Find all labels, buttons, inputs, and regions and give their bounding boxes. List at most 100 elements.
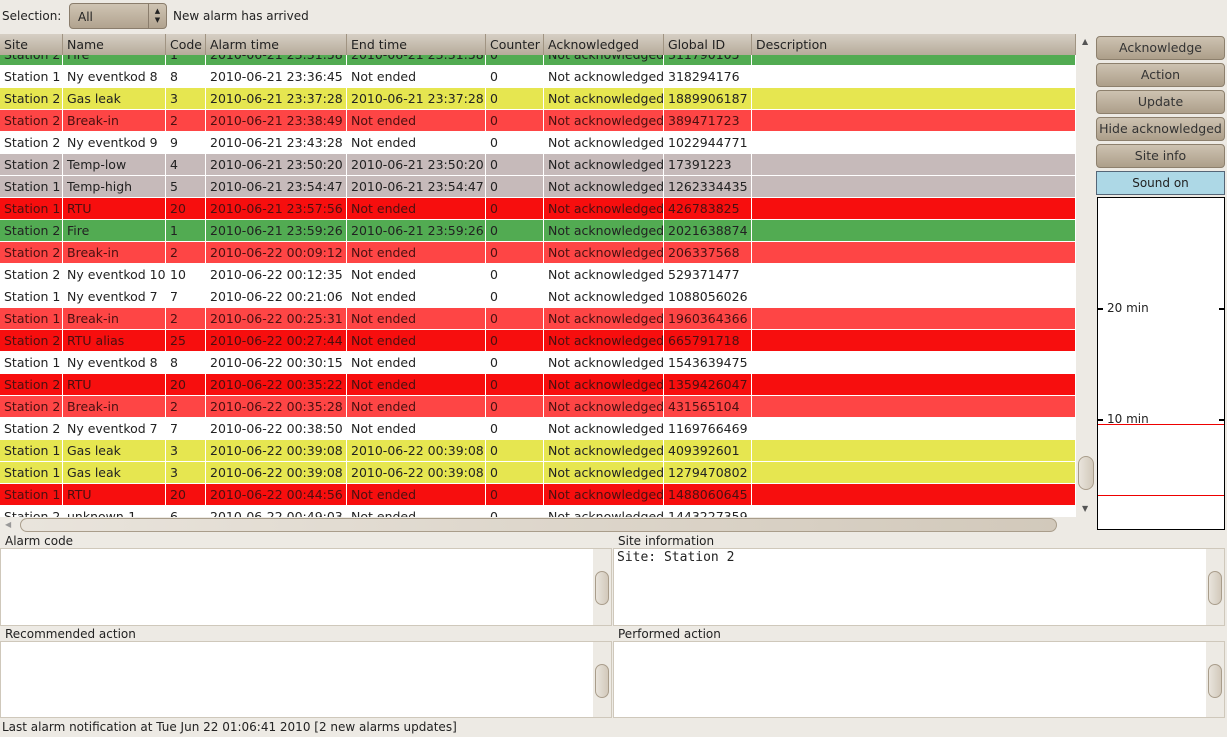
scroll-left-icon[interactable]: ◀: [5, 520, 11, 529]
table-cell: 6: [166, 506, 206, 517]
table-row[interactable]: Station 2 unknown-1 6 2010-06-22 00:49:03 No…: [0, 506, 1076, 517]
table-row[interactable]: Station 2 Break-in 2 2010-06-21 23:38:49 Not…: [0, 110, 1076, 132]
column-header[interactable]: Counter: [486, 34, 544, 55]
column-header[interactable]: Global ID: [664, 34, 752, 55]
table-cell: 1488060645: [664, 484, 752, 505]
table-cell: 1279470802: [664, 462, 752, 483]
scrollbar[interactable]: [1206, 549, 1224, 625]
column-header[interactable]: Alarm time: [206, 34, 347, 55]
table-cell: Station 1: [0, 462, 63, 483]
table-row[interactable]: Station 1 Gas leak 3 2010-06-22 00:39:08 201…: [0, 462, 1076, 484]
table-row[interactable]: Station 2 Ny eventkod 9 9 2010-06-21 23:43:…: [0, 132, 1076, 154]
tick-mark: [1219, 419, 1224, 421]
column-header[interactable]: Description: [752, 34, 1076, 55]
hide-acknowledged-button[interactable]: Hide acknowledged: [1096, 117, 1225, 141]
table-row[interactable]: Station 1 RTU 20 2010-06-22 00:44:56 Not end…: [0, 484, 1076, 506]
table-cell: [752, 176, 1076, 197]
table-cell: Station 2: [0, 330, 63, 351]
table-cell: 2010-06-22 00:27:44: [206, 330, 347, 351]
table-cell: Ny eventkod 8: [63, 352, 166, 373]
spin-arrows-icon: ▲ ▼: [148, 4, 166, 28]
site-information-text[interactable]: Site: Station 2: [613, 548, 1225, 626]
table-cell: 2: [166, 308, 206, 329]
alarm-timeline: 20 min 10 min: [1097, 197, 1225, 530]
table-cell: 2010-06-21 23:57:56: [206, 198, 347, 219]
sound-toggle[interactable]: Sound on: [1096, 171, 1225, 195]
scroll-down-icon[interactable]: ▼: [1082, 504, 1088, 513]
hscroll-thumb[interactable]: [20, 518, 1057, 532]
site-info-button[interactable]: Site info: [1096, 144, 1225, 168]
table-row[interactable]: Station 1 Temp-high 5 2010-06-21 23:54:47 20…: [0, 176, 1076, 198]
column-header[interactable]: Code: [166, 34, 206, 55]
table-cell: Not ended: [347, 198, 486, 219]
column-header[interactable]: Site: [0, 34, 63, 55]
table-cell: Ny eventkod 9: [63, 132, 166, 153]
table-cell: 1262334435: [664, 176, 752, 197]
table-row[interactable]: Station 1 Gas leak 3 2010-06-22 00:39:08 201…: [0, 440, 1076, 462]
table-cell: 2010-06-22 00:35:28: [206, 396, 347, 417]
table-cell: 0: [486, 154, 544, 175]
table-cell: 2: [166, 242, 206, 263]
table-cell: Not acknowledged: [544, 330, 664, 351]
recommended-action-label: Recommended action: [5, 627, 136, 641]
table-cell: 2010-06-21 23:50:20: [206, 154, 347, 175]
table-row[interactable]: Station 1 RTU 20 2010-06-21 23:57:56 Not end…: [0, 198, 1076, 220]
table-cell: 431565104: [664, 396, 752, 417]
table-cell: 0: [486, 242, 544, 263]
column-header[interactable]: End time: [347, 34, 486, 55]
horizontal-scrollbar[interactable]: ◀: [0, 517, 1076, 533]
table-row[interactable]: Station 2 Temp-low 4 2010-06-21 23:50:20 201…: [0, 154, 1076, 176]
table-row[interactable]: Station 1 Break-in 2 2010-06-22 00:25:31 Not…: [0, 308, 1076, 330]
table-row[interactable]: Station 1 Ny eventkod 8 8 2010-06-21 23:36:…: [0, 66, 1076, 88]
table-cell: Not ended: [347, 66, 486, 87]
scroll-thumb[interactable]: [1078, 456, 1094, 490]
table-cell: [752, 242, 1076, 263]
table-row[interactable]: Station 2 Ny eventkod 10 10 2010-06-22 00:1…: [0, 264, 1076, 286]
table-cell: 0: [486, 66, 544, 87]
table-row[interactable]: Station 2 Ny eventkod 7 7 2010-06-22 00:38:…: [0, 418, 1076, 440]
action-button[interactable]: Action: [1096, 63, 1225, 87]
vertical-scrollbar[interactable]: ▲ ▼: [1077, 34, 1096, 517]
performed-action-text[interactable]: [613, 641, 1225, 718]
table-cell: 2010-06-22 00:44:56: [206, 484, 347, 505]
table-cell: Station 2: [0, 154, 63, 175]
table-row[interactable]: Station 1 Ny eventkod 8 8 2010-06-22 00:30:…: [0, 352, 1076, 374]
table-cell: 0: [486, 506, 544, 517]
table-row[interactable]: Station 2 RTU alias 25 2010-06-22 00:27:44 N…: [0, 330, 1076, 352]
table-header: Site Name Code Alarm time End time Counter Ack…: [0, 34, 1076, 55]
table-cell: [752, 396, 1076, 417]
alarm-code-label: Alarm code: [5, 534, 74, 548]
scrollbar[interactable]: [593, 642, 611, 717]
recommended-action-text[interactable]: [0, 641, 612, 718]
table-cell: Not ended: [347, 132, 486, 153]
table-cell: 20: [166, 484, 206, 505]
table-row[interactable]: Station 2 RTU 20 2010-06-22 00:35:22 Not end…: [0, 374, 1076, 396]
column-header[interactable]: Name: [63, 34, 166, 55]
table-row[interactable]: Station 2 Break-in 2 2010-06-22 00:35:28 Not…: [0, 396, 1076, 418]
alarm-code-text[interactable]: [0, 548, 612, 626]
table-cell: 2010-06-21 23:59:26: [206, 220, 347, 241]
table-row[interactable]: Station 1 Ny eventkod 7 7 2010-06-22 00:21:…: [0, 286, 1076, 308]
table-cell: 0: [486, 396, 544, 417]
table-row[interactable]: Station 2 Break-in 2 2010-06-22 00:09:12 Not…: [0, 242, 1076, 264]
selection-dropdown[interactable]: All ▲ ▼: [69, 3, 167, 29]
table-row[interactable]: Station 2 Gas leak 3 2010-06-21 23:37:28 201…: [0, 88, 1076, 110]
table-cell: 2010-06-21 23:38:49: [206, 110, 347, 131]
table-cell: 2010-06-22 00:35:22: [206, 374, 347, 395]
table-cell: Station 2: [0, 418, 63, 439]
table-cell: 1443227359: [664, 506, 752, 517]
table-cell: Station 2: [0, 242, 63, 263]
update-button[interactable]: Update: [1096, 90, 1225, 114]
table-cell: RTU alias: [63, 330, 166, 351]
scroll-up-icon[interactable]: ▲: [1082, 37, 1088, 46]
scrollbar[interactable]: [1206, 642, 1224, 717]
acknowledge-button[interactable]: Acknowledge: [1096, 36, 1225, 60]
table-cell: 206337568: [664, 242, 752, 263]
table-cell: 7: [166, 418, 206, 439]
table-cell: [752, 220, 1076, 241]
scrollbar[interactable]: [593, 549, 611, 625]
column-header[interactable]: Acknowledged: [544, 34, 664, 55]
table-cell: Not acknowledged: [544, 264, 664, 285]
table-row[interactable]: Station 2 Fire 1 2010-06-21 23:59:26 2010-06…: [0, 220, 1076, 242]
table-cell: 7: [166, 286, 206, 307]
